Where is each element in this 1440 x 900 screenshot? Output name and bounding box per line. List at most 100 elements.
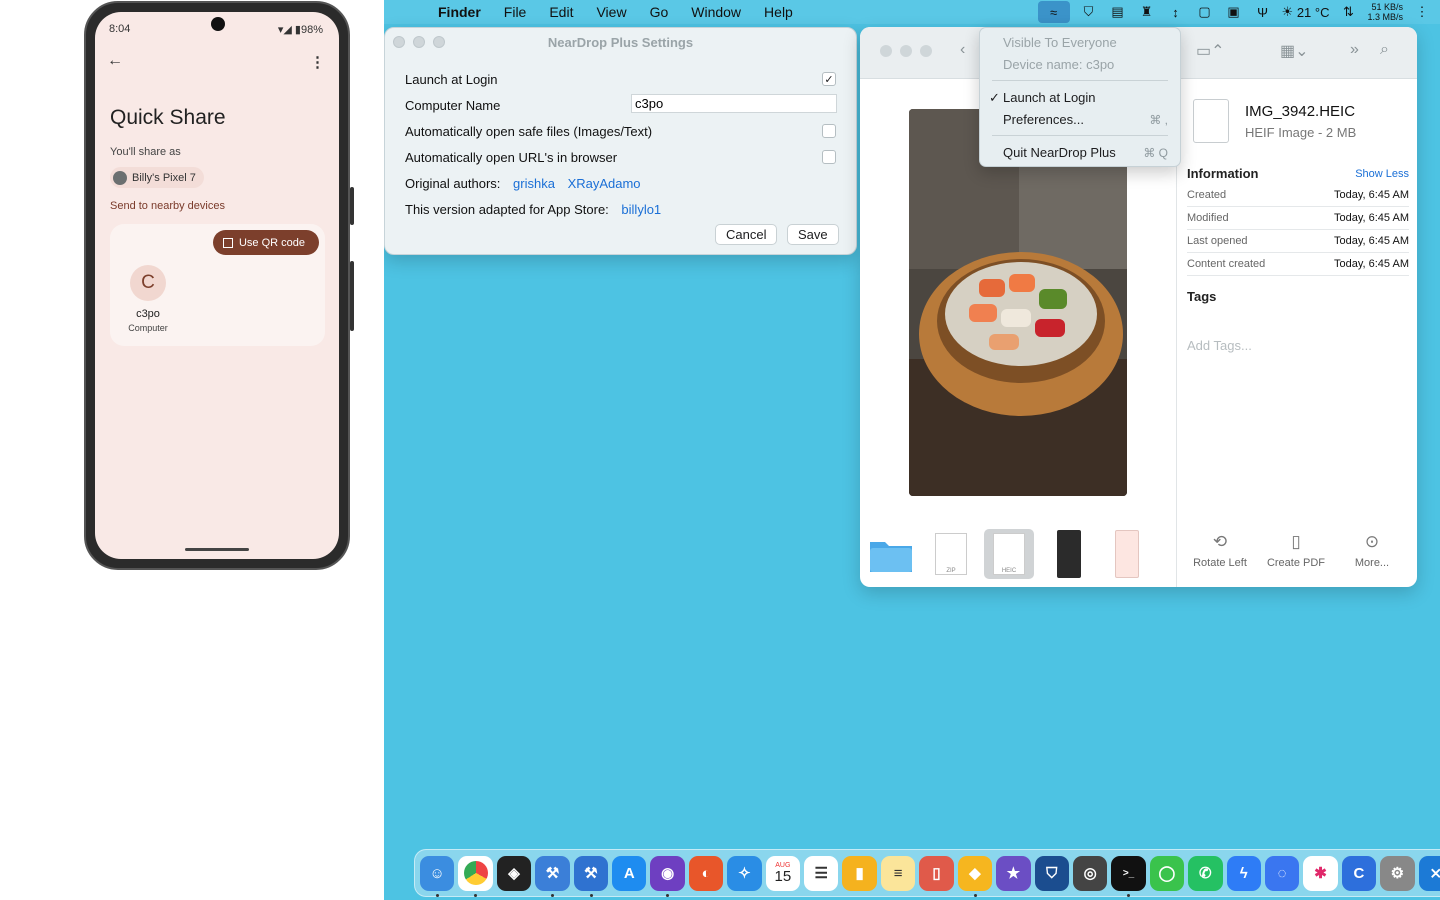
dock-simulator-icon[interactable]: ⚒: [573, 855, 609, 897]
auto-open-urls-checkbox[interactable]: [822, 150, 836, 164]
menu-bar-extras: ≈ ⛉ ▤ ♜ ↕ ▢ ▣ Ψ ☀ 21 °C ⇅ 51 KB/s 1.3 MB…: [1037, 0, 1440, 24]
dock-safari-icon[interactable]: ✧: [727, 855, 762, 891]
dock: ☺ ◈ ⚒ ⚒ A ◉ ◐ ✧ AUG 15 ☰ ▮ ≡ ▯ ◆ ★ ⛉ ◎ >…: [414, 849, 1440, 897]
weather-widget[interactable]: ☀ 21 °C: [1282, 4, 1330, 20]
quick-share-title: Quick Share: [110, 106, 226, 129]
thumb-screenshot-2[interactable]: [1102, 529, 1152, 579]
author-link-xrayadamo[interactable]: XRayAdamo: [568, 176, 641, 191]
dock-app-store-icon[interactable]: A: [612, 855, 647, 891]
cancel-button[interactable]: Cancel: [715, 224, 778, 245]
dock-imovie-icon[interactable]: ★: [996, 855, 1031, 891]
window-icon[interactable]: ▢: [1195, 4, 1215, 20]
neardrop-status-menu: Visible To Everyone Device name: c3po ✓ …: [979, 27, 1181, 167]
computer-name-field[interactable]: [631, 94, 837, 113]
rotate-left-button[interactable]: ⟲ Rotate Left: [1185, 532, 1255, 569]
dock-messenger-icon[interactable]: ϟ: [1226, 855, 1261, 891]
dock-finder-icon[interactable]: ☺: [420, 855, 455, 897]
group-by-icon[interactable]: ▦⌄: [1280, 41, 1309, 61]
dock-system-settings-icon[interactable]: ⚙: [1380, 855, 1415, 891]
dock-sketch-icon[interactable]: ◆: [957, 855, 993, 897]
more-toolbar-icon[interactable]: »: [1350, 41, 1359, 59]
dock-bitwarden-icon[interactable]: ⛉: [1034, 855, 1069, 891]
information-heading: Information: [1187, 166, 1259, 181]
more-vert-icon[interactable]: ⋮: [310, 53, 325, 71]
launch-at-login-item[interactable]: Launch at Login: [1003, 90, 1096, 105]
dock-chrome-icon[interactable]: [458, 855, 493, 897]
menu-go[interactable]: Go: [650, 4, 669, 20]
tags-heading: Tags: [1187, 289, 1217, 304]
show-less-link[interactable]: Show Less: [1355, 168, 1409, 180]
dock-quicktime-icon[interactable]: ◎: [1072, 855, 1108, 891]
dock-github-icon[interactable]: ◉: [650, 855, 685, 897]
close-button[interactable]: [393, 36, 405, 48]
save-button[interactable]: Save: [787, 224, 839, 245]
neardrop-settings-window: NearDrop Plus Settings Launch at Login ✓…: [384, 27, 857, 255]
image-preview: [909, 109, 1127, 496]
shield-icon[interactable]: ⛉: [1079, 4, 1099, 20]
arrows-vertical-icon[interactable]: ↕: [1166, 4, 1186, 20]
dock-terminal-icon[interactable]: >_: [1111, 855, 1146, 897]
menu-file[interactable]: File: [504, 4, 527, 20]
menu-edit[interactable]: Edit: [549, 4, 573, 20]
dock-signal-icon[interactable]: ◌: [1264, 855, 1300, 891]
more-button[interactable]: ⊙ More...: [1337, 532, 1407, 569]
menu-app-finder[interactable]: Finder: [438, 4, 481, 20]
phone-volume-button: [350, 261, 354, 331]
menu-view[interactable]: View: [596, 4, 626, 20]
nearby-device-name: c3po: [136, 308, 160, 320]
view-mode-icon[interactable]: ▭⌃: [1196, 41, 1225, 61]
dock-screens-icon[interactable]: ▯: [919, 855, 954, 891]
back-arrow-icon[interactable]: ←: [107, 52, 123, 70]
author-link-billylo1[interactable]: billylo1: [621, 202, 661, 217]
auto-open-files-checkbox[interactable]: [822, 124, 836, 138]
fork-icon[interactable]: Ψ: [1253, 4, 1273, 20]
use-qr-code-button[interactable]: Use QR code: [212, 230, 319, 255]
network-speed[interactable]: 51 KB/s 1.3 MB/s: [1367, 2, 1403, 22]
thumb-folder[interactable]: [866, 529, 916, 579]
menu-help[interactable]: Help: [764, 4, 793, 20]
avatar: [113, 170, 127, 185]
dock-codeedit-icon[interactable]: C: [1341, 855, 1377, 891]
dock-xcode-icon[interactable]: ⚒: [535, 855, 570, 897]
minimize-button[interactable]: [413, 36, 425, 48]
document-icon[interactable]: ▤: [1108, 4, 1128, 20]
search-icon[interactable]: ⌕: [1380, 41, 1389, 59]
thumb-heic[interactable]: HEIC: [984, 529, 1034, 579]
author-link-grishka[interactable]: grishka: [513, 176, 555, 191]
heic-file-icon: HEIC: [993, 533, 1025, 575]
dock-messages-icon[interactable]: ◯: [1149, 855, 1185, 891]
menu-window[interactable]: Window: [691, 4, 741, 20]
add-tags-field[interactable]: Add Tags...: [1187, 338, 1252, 353]
back-chevron-icon[interactable]: ‹: [960, 41, 965, 59]
info-row-modified: Modified Today, 6:45 AM: [1187, 212, 1409, 230]
create-pdf-button[interactable]: ▯ Create PDF: [1261, 532, 1331, 569]
dock-reminders-icon[interactable]: ☰: [804, 855, 839, 891]
neardrop-status-icon[interactable]: ≈: [1037, 1, 1070, 23]
dock-calendar-icon[interactable]: AUG 15: [765, 855, 801, 891]
quit-item[interactable]: Quit NearDrop Plus: [1003, 145, 1116, 160]
thumb-screenshot-1[interactable]: [1044, 529, 1094, 579]
dock-notes-icon[interactable]: ≡: [880, 855, 916, 891]
preferences-item[interactable]: Preferences...: [1003, 112, 1084, 127]
device-name-chip[interactable]: Billy's Pixel 7: [110, 167, 204, 188]
lock-icon[interactable]: ▣: [1224, 4, 1244, 20]
thumb-zip[interactable]: ZIP: [926, 529, 976, 579]
finder-close-button[interactable]: [880, 45, 892, 57]
dock-whatsapp-icon[interactable]: ✆: [1188, 855, 1223, 891]
finder-minimize-button[interactable]: [900, 45, 912, 57]
device-name-item: Device name: c3po: [1003, 57, 1115, 72]
launch-at-login-checkbox[interactable]: ✓: [822, 72, 836, 86]
control-icon[interactable]: ⋮: [1412, 4, 1432, 20]
gesture-home-bar[interactable]: [185, 548, 249, 551]
app-status-icon[interactable]: ♜: [1137, 4, 1157, 20]
dock-firefox-icon[interactable]: ◐: [688, 855, 724, 891]
dock-vscode-icon[interactable]: ⨯: [1418, 855, 1440, 891]
zoom-button[interactable]: [433, 36, 445, 48]
dock-keep-icon[interactable]: ▮: [842, 855, 877, 891]
preferences-shortcut: ⌘ ,: [1149, 113, 1168, 127]
dock-unity-icon[interactable]: ◈: [496, 855, 532, 891]
dock-slack-icon[interactable]: ✱: [1303, 855, 1338, 891]
visible-to-everyone-item: Visible To Everyone: [1003, 35, 1117, 50]
nearby-device-avatar[interactable]: C: [130, 265, 166, 301]
finder-zoom-button[interactable]: [920, 45, 932, 57]
